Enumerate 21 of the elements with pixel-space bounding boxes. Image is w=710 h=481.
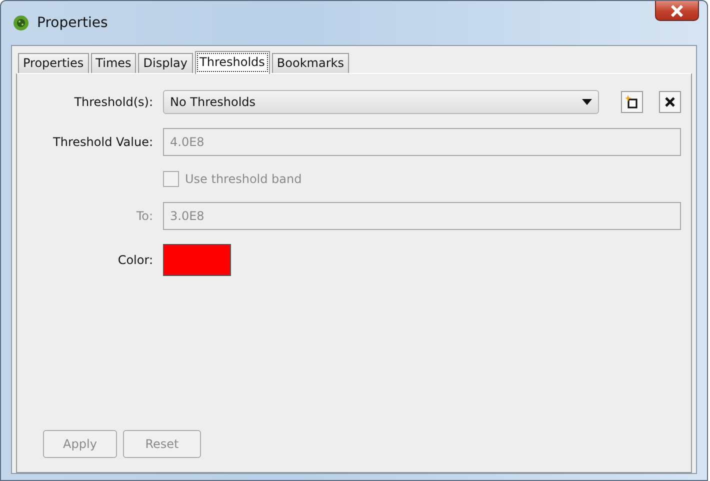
threshold-dropdown[interactable]: No Thresholds: [163, 90, 599, 114]
new-item-icon: [625, 95, 639, 109]
app-icon: [13, 15, 29, 31]
tab[interactable]: Bookmarks: [272, 53, 349, 73]
tab[interactable]: Times: [90, 53, 136, 73]
field-label: Threshold Value:: [52, 134, 153, 151]
field-label: To:: [135, 208, 153, 225]
window-title: Properties: [37, 14, 108, 32]
field-label: Color:: [116, 252, 153, 269]
tab[interactable]: Properties: [18, 53, 89, 73]
tab[interactable]: Thresholds: [194, 51, 270, 74]
delete-icon: [665, 97, 675, 107]
tab[interactable]: Display: [138, 53, 193, 73]
new-threshold-button[interactable]: [621, 91, 643, 113]
checkbox-label: Use threshold band: [185, 171, 302, 188]
close-button[interactable]: [655, 1, 699, 21]
delete-button[interactable]: [659, 91, 681, 113]
caret-icon: [582, 99, 592, 105]
field-label: Threshold(s):: [73, 94, 153, 111]
color-swatch[interactable]: [163, 244, 231, 276]
close-icon: [670, 4, 684, 16]
